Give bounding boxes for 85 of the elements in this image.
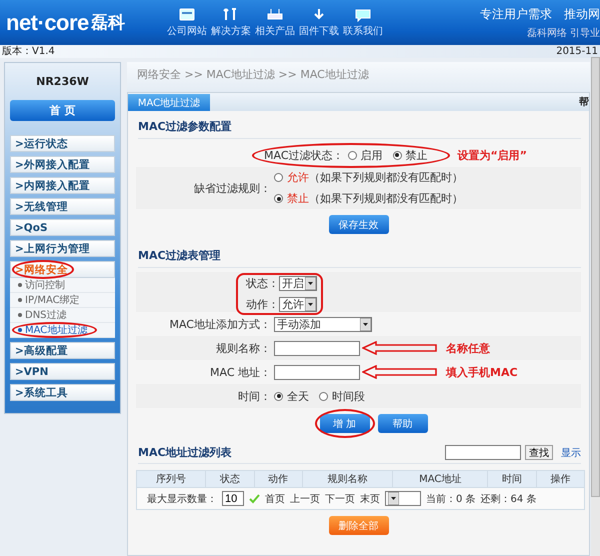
input-field[interactable] [274,340,360,356]
sidebar-subitem[interactable]: DNS过滤 [10,308,115,323]
column-header: 动作 [254,470,302,488]
section-title: MAC过滤表管理 [138,248,581,268]
form-button[interactable]: 增 加 [320,414,370,433]
show-link[interactable]: 显示 [561,446,581,460]
sidebar-item[interactable]: >上网行为管理 [10,240,115,257]
radio-option[interactable]: 启用 [348,148,383,162]
nav-link[interactable]: 联系我们 [342,7,383,38]
section-title: MAC地址过滤列表 [138,445,232,460]
dropdown-arrow-icon [305,298,316,311]
radio-option[interactable]: 时间段 [319,388,365,404]
record-count: 还剩：64 条 [480,492,536,506]
field-label: MAC 地址： [209,364,272,380]
slogan-subtitle: 磊科网络 引导业 [526,26,600,40]
nav-link[interactable]: 固件下载 [298,7,339,38]
column-header: 操作 [536,470,584,488]
column-header: 序列号 [136,470,206,488]
dropdown[interactable]: 手动添加 [274,316,372,332]
dropdown-arrow-icon [388,492,399,505]
logo-cn: 磊科 [90,12,125,34]
nav-link[interactable]: 解决方案 [210,7,251,38]
field-label: 缺省过滤规则： [193,180,272,196]
form-button[interactable]: 帮助 [378,414,428,433]
annotation-note: 名称任意 [446,340,490,356]
annotation-note: 设置为“启用” [458,148,527,162]
sidebar-item[interactable]: >VPN [10,363,115,380]
model-name: NR236W [35,75,90,88]
nav-link[interactable]: 公司网站 [166,7,207,38]
dropdown-arrow-icon [305,277,316,290]
column-header: 状态 [206,470,254,488]
column-header: 规则名称 [302,470,393,488]
version-text: 版本：V1.4 [2,45,55,58]
radio-option[interactable]: 允许（如果下列规则都没有匹配时） [274,170,463,185]
pager-link[interactable]: 末页 [360,492,380,506]
input-field[interactable] [274,364,360,380]
scrollbar[interactable] [591,57,600,556]
record-count: 当前：0 条 [426,492,476,506]
sidebar-subitem[interactable]: 访问控制 [10,278,115,293]
help-link[interactable]: 帮 [579,95,589,109]
dropdown[interactable]: 允许 [279,297,317,312]
sidebar-item[interactable]: >QoS [10,219,115,236]
dropdown[interactable] [385,491,421,506]
sidebar-item[interactable]: >外网接入配置 [10,156,115,173]
sidebar-subitem[interactable]: MAC地址过滤 [10,323,115,338]
field-label: 最大显示数量： [147,492,217,506]
section-title: MAC过滤参数配置 [138,119,581,139]
sidebar-item[interactable]: >无线管理 [10,198,115,215]
logo: net·core [6,10,89,36]
field-label: 状态： [246,276,279,291]
dropdown[interactable]: 开启 [279,276,317,291]
chat-icon [354,7,372,22]
sidebar-subitem[interactable]: IP/MAC绑定 [10,293,115,308]
dropdown-arrow-icon [360,318,371,330]
field-label: 时间： [237,388,272,404]
slogan: 专注用户需求 [480,6,552,22]
column-header: MAC地址 [392,470,488,488]
sidebar-item[interactable]: >内网接入配置 [10,177,115,194]
device-icon [266,7,284,22]
window-icon [178,7,196,22]
radio-option[interactable]: 全天 [274,388,309,404]
save-button[interactable]: 保存生效 [328,215,388,234]
nav-link[interactable]: 相关产品 [254,7,295,38]
slogan: 推动网 [564,6,600,22]
sidebar-item[interactable]: >系统工具 [10,384,115,401]
radio-option[interactable]: 禁止（如果下列规则都没有匹配时） [274,191,463,206]
date-text: 2015-11 [556,45,598,58]
column-header: 时间 [488,470,536,488]
field-label: MAC地址添加方式： [168,316,272,332]
field-label: 规则名称： [215,340,272,356]
input-field[interactable]: 10 [222,491,244,506]
pager-link[interactable]: 上一页 [290,492,320,506]
annotation-note: 填入手机MAC [446,364,518,380]
search-button[interactable]: 查找 [525,445,553,460]
breadcrumb: 网络安全 >> MAC地址过滤 >> MAC地址过滤 [127,62,590,92]
pager-link[interactable]: 下一页 [325,492,355,506]
home-button[interactable]: 首 页 [10,100,115,121]
sidebar-item[interactable]: >运行状态 [10,135,115,152]
check-icon[interactable] [249,493,260,504]
sidebar-item[interactable]: >高级配置 [10,342,115,359]
field-label: 动作： [246,297,279,312]
search-field[interactable] [445,445,521,460]
pager-link[interactable]: 首页 [265,492,285,506]
radio-option[interactable]: 禁止 [392,148,428,162]
field-label: MAC过滤状态： [264,148,344,162]
